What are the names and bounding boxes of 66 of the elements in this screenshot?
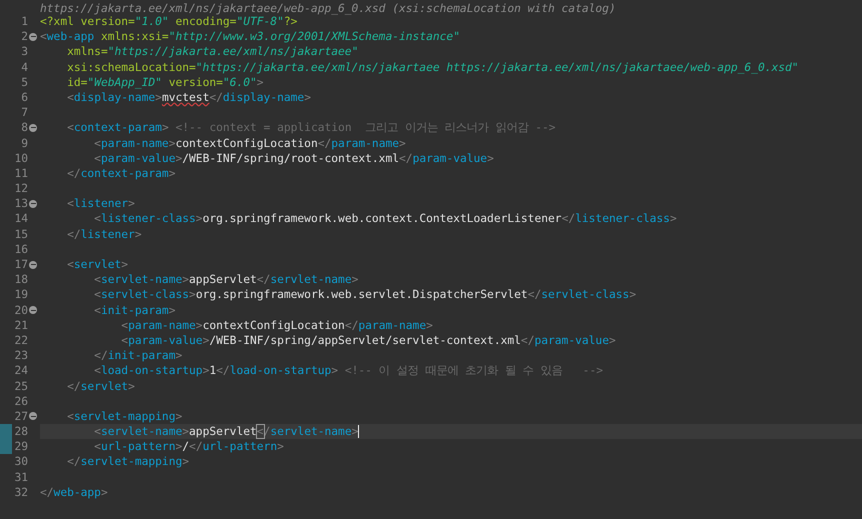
code-line: </listener> [66, 226, 142, 242]
code-line: <param-value>/WEB-INF/spring/appServlet/servlet-context.xml</param-value> [120, 332, 616, 348]
line-number: 30 [14, 455, 28, 468]
line-number: 31 [14, 470, 28, 484]
code-line: xmlns="https://jakarta.ee/xml/ns/jakartaee" [66, 44, 358, 60]
code-line: <listener> [66, 196, 135, 212]
collapse-icon[interactable] [29, 306, 37, 314]
collapse-icon[interactable] [29, 260, 37, 269]
line-number: 28 [14, 425, 28, 438]
code-line: </servlet> [66, 378, 135, 394]
code-line: id="WebApp_ID" version="6.0"> [66, 74, 264, 90]
line-number: 24 [14, 364, 28, 378]
line-number: 7 [21, 106, 28, 120]
code-line: <servlet-mapping> [66, 408, 182, 424]
code-line: </web-app> [40, 484, 108, 500]
text-cursor [358, 425, 360, 438]
line-number: 10 [14, 152, 28, 165]
code-line: <web-app xmlns:xsi="http://www.w3.org/2001/XMLSchema-instance" [40, 29, 460, 44]
line-number: 15 [14, 228, 28, 241]
code-line: <param-value>/WEB-INF/spring/root-context.xml</param-value> [93, 150, 494, 166]
line-number: 18 [14, 273, 28, 286]
collapse-icon[interactable] [29, 412, 37, 420]
code-line: <servlet> [66, 257, 128, 272]
line-number: 6 [21, 90, 28, 104]
line-number: 22 [14, 334, 28, 347]
code-line: </context-param> [66, 166, 176, 182]
line-number: 8 [21, 121, 28, 134]
line-number: 13 [14, 197, 28, 210]
line-number: 12 [14, 182, 28, 196]
code-line: <load-on-startup>1</load-on-startup> <!-- 이 설정 때문에 초기화 될 수 있음 --> [93, 363, 603, 379]
code-line: </init-param> [93, 348, 182, 364]
collapse-icon[interactable] [29, 124, 37, 132]
line-number: 27 [14, 410, 28, 423]
collapse-icon[interactable] [29, 32, 37, 41]
code-line: <?xml version="1.0" encoding="UTF-8"?> [40, 15, 298, 30]
line-number: 3 [21, 45, 28, 58]
line-number: 32 [14, 486, 28, 499]
schema-hint: https://jakarta.ee/xml/ns/jakartaee/web-app_6_0.xsd (xsi:schemaLocation with catalog) [40, 2, 616, 15]
line-number: 14 [14, 212, 28, 226]
code-line: xsi:schemaLocation="https://jakarta.ee/xml/ns/jakartaee https://jakarta.ee/xml/ns/jakartaee/web-app_6_0.xsd" [66, 60, 799, 75]
code-line: <servlet-name>appServlet</servlet-name> [93, 272, 358, 288]
line-number: 17 [14, 258, 28, 271]
code-line: <param-name>contextConfigLocation</param-name> [120, 318, 433, 333]
line-number: 2 [21, 30, 28, 44]
code-line: <servlet-class>org.springframework.web.servlet.DispatcherServlet</servlet-class> [93, 287, 636, 303]
line-number: 19 [14, 288, 28, 302]
line-number: 25 [14, 380, 28, 392]
line-number: 29 [14, 440, 28, 454]
line-number: 20 [14, 304, 28, 317]
line-number: 11 [14, 166, 28, 180]
line-number: 1 [21, 15, 28, 28]
code-line: <param-name>contextConfigLocation</param-name> [93, 136, 406, 151]
line-number: 5 [21, 76, 28, 89]
line-number: 4 [21, 60, 28, 74]
line-number: 21 [14, 318, 28, 332]
code-line: <context-param> <!-- context = application 그리고 이거는 리스너가 읽어감 --> [66, 120, 556, 136]
line-number: 26 [14, 394, 28, 408]
code-line: <listener-class>org.springframework.web.context.ContextLoaderListener</listener-class> [93, 211, 677, 227]
collapse-icon[interactable] [29, 200, 37, 208]
code-line: <init-param> [93, 302, 176, 318]
code-line: <display-name>mvctest</display-name> [66, 90, 311, 106]
line-number: 16 [14, 242, 28, 256]
code-line: <url-pattern>/</url-pattern> [93, 439, 284, 454]
line-number: 23 [14, 349, 28, 362]
code-line: </servlet-mapping> [66, 454, 190, 470]
line-number: 9 [21, 136, 28, 150]
